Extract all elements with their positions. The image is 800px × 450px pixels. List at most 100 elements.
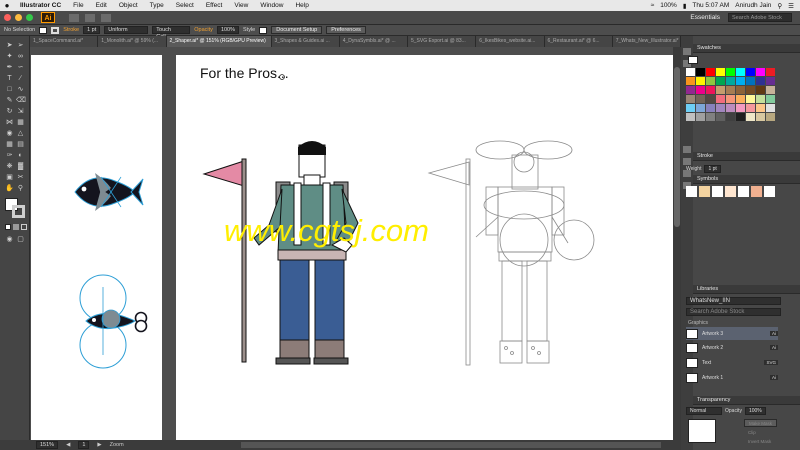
- swatches-panel-title[interactable]: Swatches: [693, 44, 800, 53]
- stroke-swatch[interactable]: [51, 26, 60, 34]
- fish-artwork[interactable]: [31, 55, 162, 440]
- library-asset-row[interactable]: Text SVG: [686, 356, 778, 369]
- clip-checkbox[interactable]: Clip: [748, 430, 756, 435]
- eraser-tool-icon[interactable]: ⌫: [16, 97, 26, 105]
- color-swatch[interactable]: [736, 104, 745, 112]
- library-asset-row[interactable]: Artwork 1 Ai: [686, 371, 778, 384]
- color-swatch[interactable]: [686, 86, 695, 94]
- color-swatch[interactable]: [766, 68, 775, 76]
- color-swatch[interactable]: [706, 104, 715, 112]
- menu-window[interactable]: Window: [254, 2, 289, 9]
- color-swatch[interactable]: [716, 104, 725, 112]
- document-setup-button[interactable]: Document Setup: [271, 26, 323, 34]
- stock-search-input[interactable]: Search Adobe Stock: [728, 13, 792, 22]
- color-mode-icon[interactable]: [5, 224, 11, 230]
- artboard-nav-next-icon[interactable]: ▶: [97, 442, 101, 448]
- spotlight-search-icon[interactable]: ⚲: [777, 2, 782, 10]
- transparency-thumbnail[interactable]: [688, 419, 716, 443]
- color-swatch[interactable]: [736, 95, 745, 103]
- rectangle-tool-icon[interactable]: □: [5, 86, 14, 94]
- brush-definition[interactable]: Touch Call...: [152, 26, 191, 40]
- fish-top[interactable]: [74, 173, 144, 211]
- scale-tool-icon[interactable]: ⇲: [16, 108, 25, 116]
- opacity-field[interactable]: 100%: [216, 26, 240, 34]
- color-swatch[interactable]: [756, 68, 765, 76]
- color-swatch[interactable]: [736, 86, 745, 94]
- color-panel-icon[interactable]: [683, 146, 691, 153]
- color-swatch[interactable]: [766, 113, 775, 121]
- symbol-thumb-icon[interactable]: [699, 186, 710, 197]
- magic-wand-tool-icon[interactable]: ✦: [5, 53, 14, 61]
- tab-document[interactable]: 1_Monolith.ai* @ 59% (...: [98, 36, 167, 47]
- vertical-scrollbar[interactable]: [673, 47, 681, 440]
- graphic-style-swatch[interactable]: [259, 26, 268, 34]
- rotate-tool-icon[interactable]: ↻: [5, 108, 14, 116]
- library-search-input[interactable]: Search Adobe Stock: [686, 308, 781, 316]
- color-swatch[interactable]: [716, 86, 725, 94]
- color-swatch[interactable]: [696, 86, 705, 94]
- color-swatch[interactable]: [736, 77, 745, 85]
- transparency-panel-title[interactable]: Transparency: [693, 396, 800, 405]
- artboard-nav-prev-icon[interactable]: ◀: [66, 442, 70, 448]
- color-swatch[interactable]: [696, 77, 705, 85]
- color-swatch[interactable]: [726, 95, 735, 103]
- vertical-scroll-thumb[interactable]: [674, 67, 680, 227]
- color-swatch[interactable]: [706, 95, 715, 103]
- menu-app-name[interactable]: Illustrator CC: [14, 2, 67, 9]
- invert-mask-checkbox[interactable]: Invert Mask: [748, 439, 771, 444]
- tab-document[interactable]: 4_DynaSymbls.ai* @ ...: [339, 36, 408, 47]
- color-swatch[interactable]: [736, 68, 745, 76]
- color-swatch[interactable]: [756, 77, 765, 85]
- perspective-grid-tool-icon[interactable]: △: [16, 130, 25, 138]
- color-swatch[interactable]: [716, 95, 725, 103]
- color-swatch[interactable]: [756, 104, 765, 112]
- color-swatch[interactable]: [726, 113, 735, 121]
- color-swatch[interactable]: [736, 113, 745, 121]
- color-swatch[interactable]: [726, 86, 735, 94]
- notification-center-icon[interactable]: ☰: [788, 2, 794, 10]
- width-tool-icon[interactable]: ⋈: [5, 119, 14, 127]
- menu-type[interactable]: Type: [144, 2, 170, 9]
- curvature-tool-icon[interactable]: ∽: [16, 64, 25, 72]
- color-swatch[interactable]: [746, 95, 755, 103]
- transparency-opacity-input[interactable]: 100%: [744, 407, 766, 415]
- type-tool-icon[interactable]: T: [5, 75, 14, 83]
- color-swatch[interactable]: [726, 77, 735, 85]
- wifi-icon[interactable]: ≈: [651, 2, 655, 9]
- color-swatch[interactable]: [716, 77, 725, 85]
- color-swatch[interactable]: [686, 68, 695, 76]
- tab-document[interactable]: 7_Whats_New_Illustrator.ai*: [612, 36, 681, 47]
- line-tool-icon[interactable]: ∕: [16, 75, 25, 83]
- symbol-thumb-icon[interactable]: [725, 186, 736, 197]
- menu-effect[interactable]: Effect: [200, 2, 229, 9]
- artboard-tool-icon[interactable]: ▣: [5, 174, 14, 182]
- eyedropper-tool-icon[interactable]: ✑: [5, 152, 14, 160]
- color-swatch[interactable]: [756, 113, 765, 121]
- symbol-thumb-icon[interactable]: [738, 186, 749, 197]
- shaper-tool-icon[interactable]: ✎: [5, 97, 14, 105]
- swatch-grid[interactable]: [686, 68, 775, 121]
- workspace-switcher[interactable]: Essentials: [690, 14, 720, 21]
- variable-width-profile[interactable]: Uniform: [104, 26, 149, 34]
- screen-mode-icon[interactable]: ▢: [16, 236, 25, 244]
- tab-document[interactable]: 6_IkesBikes_website.ai...: [476, 36, 545, 47]
- window-close-button[interactable]: [4, 14, 11, 21]
- clock[interactable]: Thu 5:07 AM: [692, 2, 729, 9]
- user-name[interactable]: Anirudh Jain: [735, 2, 771, 9]
- stroke-panel-icon[interactable]: [683, 158, 691, 165]
- symbol-thumb-icon[interactable]: [686, 186, 697, 197]
- artboard-main[interactable]: For the Pros... www.cgtsj.com: [176, 55, 681, 440]
- make-mask-button[interactable]: Make Mask: [744, 419, 778, 427]
- hiker-colored[interactable]: [202, 141, 359, 365]
- menu-help[interactable]: Help: [289, 2, 314, 9]
- arrange-documents-icon[interactable]: [101, 13, 111, 22]
- menu-select[interactable]: Select: [170, 2, 200, 9]
- menu-file[interactable]: File: [67, 2, 89, 9]
- library-asset-row[interactable]: Artwork 2 Ai: [686, 341, 778, 354]
- color-swatch[interactable]: [726, 68, 735, 76]
- mesh-tool-icon[interactable]: ▦: [5, 141, 14, 149]
- hand-tool-icon[interactable]: ✋: [5, 185, 14, 193]
- menu-edit[interactable]: Edit: [90, 2, 113, 9]
- blend-tool-icon[interactable]: ◐: [16, 152, 25, 160]
- color-swatch[interactable]: [716, 113, 725, 121]
